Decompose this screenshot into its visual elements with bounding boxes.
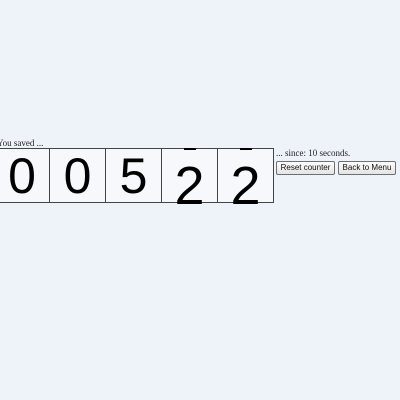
counter-digit-4-value: 2 [174, 156, 205, 216]
counter-digit-2-value: 0 [63, 148, 92, 204]
since-label: ... since: 10 seconds. [276, 148, 351, 158]
counter-digit-3: 5 [106, 148, 162, 203]
counter-digit-3-value: 5 [119, 148, 148, 204]
digit-roll-marker [184, 148, 196, 150]
counter-digit-1-value: 0 [8, 148, 36, 204]
counter-digit-1: 0 [0, 148, 50, 203]
counter-digit-2: 0 [50, 148, 106, 203]
counter-digit-4: 2 [162, 148, 218, 213]
counter-display: 0 0 5 2 2 [0, 148, 276, 213]
counter-digit-5: 2 [218, 148, 274, 213]
back-to-menu-button[interactable]: Back to Menu [338, 161, 396, 175]
reset-counter-button[interactable]: Reset counter [276, 161, 335, 175]
counter-digit-5-value: 2 [230, 156, 261, 216]
saved-label: You saved ... [0, 138, 44, 148]
digit-roll-marker [240, 148, 252, 150]
